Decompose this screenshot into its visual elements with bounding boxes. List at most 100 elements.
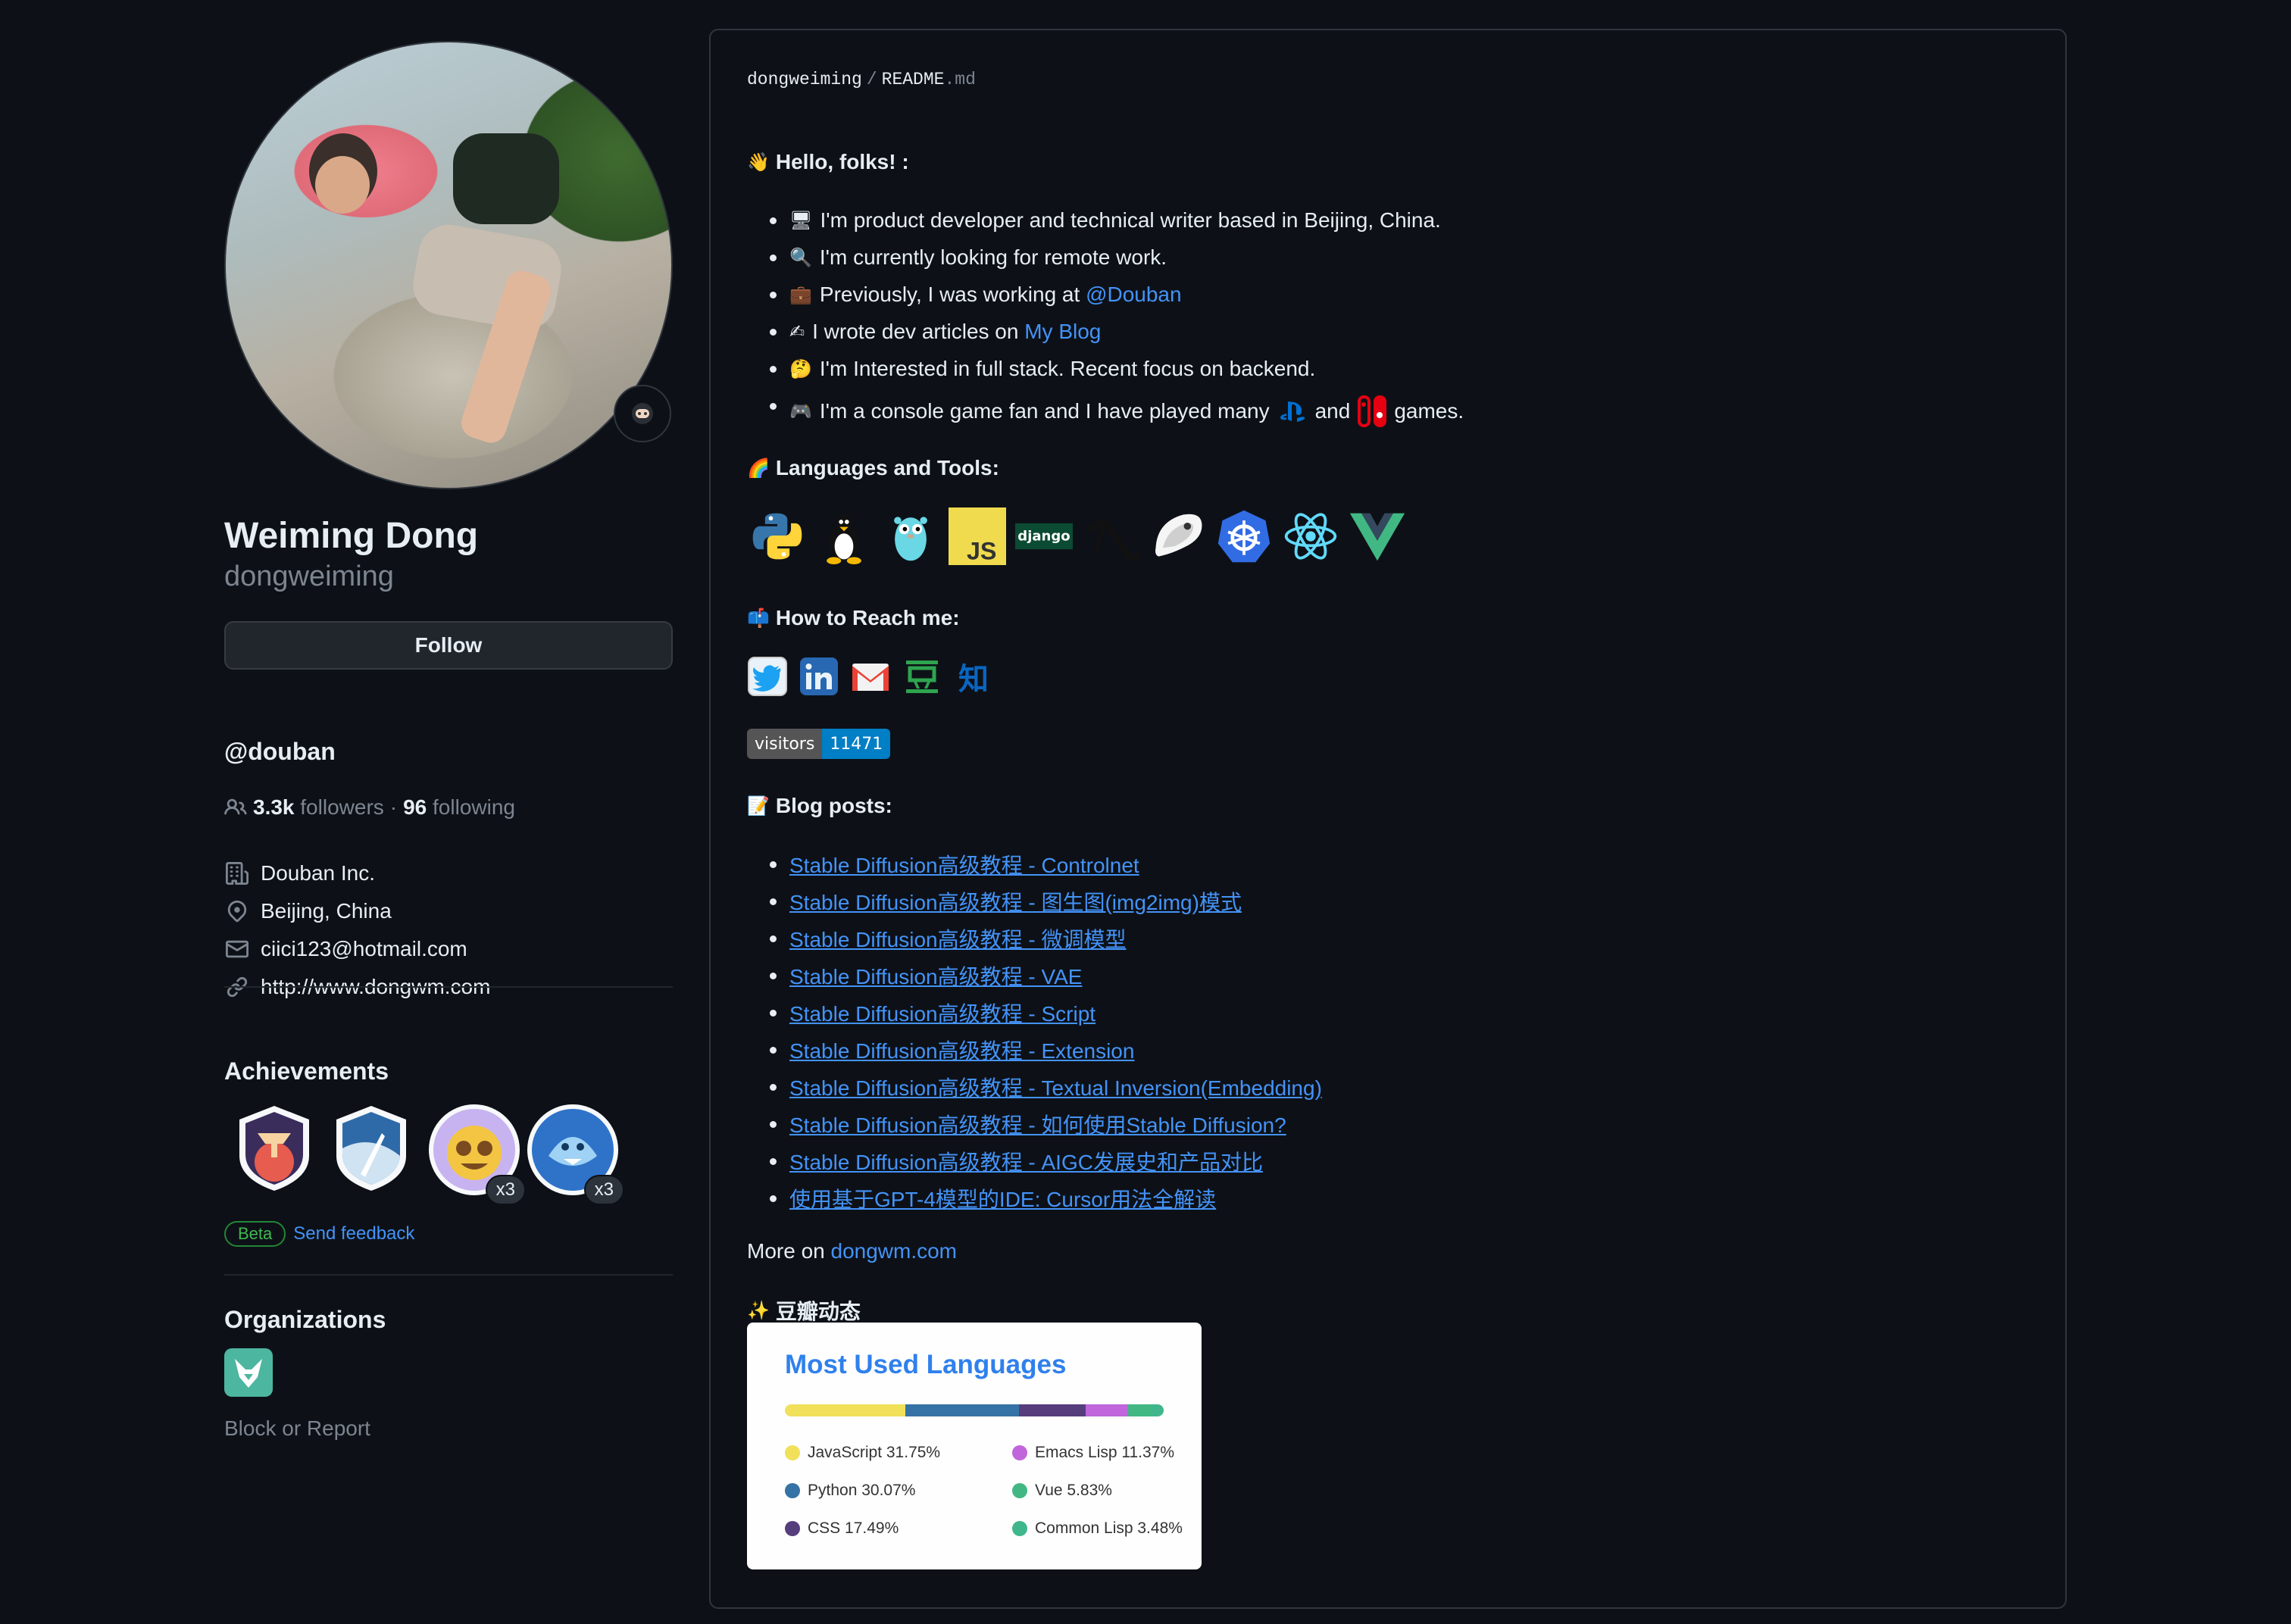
heading-text: How to Reach me: xyxy=(775,606,960,629)
blog-post-link[interactable]: Stable Diffusion高级教程 - Textual Inversion… xyxy=(789,1072,1322,1102)
legend-label: Vue 5.83% xyxy=(1035,1482,1112,1499)
item-text: I'm currently looking for remote work. xyxy=(819,245,1167,269)
detail-location: Beijing, China xyxy=(224,892,673,930)
block-or-report-link[interactable]: Block or Report xyxy=(224,1416,370,1441)
follow-button[interactable]: Follow xyxy=(224,621,673,670)
react-icon[interactable] xyxy=(1280,506,1341,567)
detail-email[interactable]: ciici123@hotmail.com xyxy=(224,930,673,968)
rainbow-emoji-icon: 🌈 xyxy=(747,458,770,479)
blog-heading: 📝 Blog posts: xyxy=(747,794,892,818)
twitter-icon[interactable] xyxy=(747,656,788,697)
readme-owner-link[interactable]: dongweiming xyxy=(747,70,862,89)
emacs-lisp-icon[interactable] xyxy=(1080,506,1141,567)
playstation-icon xyxy=(1280,401,1305,422)
achievement-yolo[interactable]: x3 xyxy=(427,1103,526,1205)
language-bar-segment xyxy=(1019,1404,1086,1416)
list-item: Stable Diffusion高级教程 - Extension xyxy=(770,1031,1322,1068)
more-prefix: More on xyxy=(747,1239,831,1263)
octocat-icon xyxy=(632,403,653,424)
following-link[interactable]: 96 following xyxy=(403,795,515,820)
python-icon[interactable] xyxy=(747,506,808,567)
list-item: ✍ I wrote dev articles on My Blog xyxy=(769,313,1464,350)
javascript-icon[interactable]: JS xyxy=(947,506,1008,567)
readme-box: dongweiming / README.md 👋 Hello, folks! : … xyxy=(709,29,2067,1609)
blog-post-link[interactable]: Stable Diffusion高级教程 - VAE xyxy=(789,960,1082,991)
svg-text:知: 知 xyxy=(958,662,989,697)
gnome-icon[interactable] xyxy=(1147,506,1208,567)
blog-post-link[interactable]: Stable Diffusion高级教程 - 如何使用Stable Diffus… xyxy=(789,1109,1286,1139)
tools-heading: 🌈 Languages and Tools: xyxy=(747,456,999,480)
dongwm-link[interactable]: dongwm.com xyxy=(831,1239,958,1263)
detail-organization: Douban Inc. xyxy=(224,854,673,892)
linux-icon[interactable] xyxy=(814,506,874,567)
douban-icon[interactable] xyxy=(902,656,942,697)
legend-label: JavaScript 31.75% xyxy=(808,1444,941,1461)
nintendo-switch-icon xyxy=(1358,395,1387,427)
avatar[interactable] xyxy=(224,41,673,489)
zhihu-icon[interactable]: 知 xyxy=(953,656,994,697)
kubernetes-icon[interactable] xyxy=(1214,506,1274,567)
blog-post-link[interactable]: 使用基于GPT-4模型的IDE: Cursor用法全解读 xyxy=(789,1183,1216,1213)
set-status-button[interactable] xyxy=(614,385,671,442)
achievement-starstruck[interactable] xyxy=(332,1103,411,1198)
blog-post-link[interactable]: Stable Diffusion高级教程 - AIGC发展史和产品对比 xyxy=(789,1146,1263,1176)
achievements-title: Achievements xyxy=(224,1057,389,1085)
linkedin-icon[interactable] xyxy=(799,656,839,697)
legend-label: CSS 17.49% xyxy=(808,1519,899,1537)
games-text: games. xyxy=(1394,399,1464,423)
item-text: I'm product developer and technical writ… xyxy=(820,208,1441,232)
separator-dot: · xyxy=(389,795,398,819)
go-icon[interactable] xyxy=(880,506,941,567)
achievement-arctic-code-vault[interactable] xyxy=(235,1103,314,1198)
readme-breadcrumb: dongweiming / README.md xyxy=(747,70,976,89)
blog-post-link[interactable]: Stable Diffusion高级教程 - Extension xyxy=(789,1035,1134,1065)
list-item: Stable Diffusion高级教程 - 图生图(img2img)模式 xyxy=(770,882,1322,920)
heading-text: Blog posts: xyxy=(775,794,892,817)
django-icon[interactable]: django xyxy=(1014,506,1074,567)
followers-count: 3.3k xyxy=(253,795,295,819)
language-bar-segment xyxy=(1085,1404,1129,1416)
blog-posts-list: Stable Diffusion高级教程 - Controlnet Stable… xyxy=(747,845,1322,1216)
detail-text: ciici123@hotmail.com xyxy=(261,937,467,960)
legend-item: JavaScript 31.75% xyxy=(785,1444,940,1462)
blog-post-link[interactable]: Stable Diffusion高级教程 - Script xyxy=(789,998,1095,1028)
list-item: 💼 Previously, I was working at @Douban xyxy=(769,276,1464,313)
vue-icon[interactable] xyxy=(1347,506,1408,567)
profile-bio[interactable]: @douban xyxy=(224,738,336,766)
my-blog-link[interactable]: My Blog xyxy=(1024,320,1101,344)
blog-post-link[interactable]: Stable Diffusion高级教程 - 微调模型 xyxy=(789,923,1127,954)
starstruck-badge-icon xyxy=(336,1106,406,1191)
following-count: 96 xyxy=(403,795,427,819)
item-text: Previously, I was working at xyxy=(819,282,1086,306)
card-title: Most Used Languages xyxy=(785,1350,1067,1379)
achievement-pull-shark[interactable]: x3 xyxy=(526,1103,624,1205)
gmail-icon[interactable] xyxy=(850,656,891,697)
legend-dot xyxy=(1012,1521,1027,1536)
readme-file-link[interactable]: README xyxy=(882,70,945,89)
location-icon xyxy=(224,898,250,924)
badge-count: x3 xyxy=(485,1175,526,1205)
item-text: I wrote dev articles on xyxy=(812,319,1025,343)
magnifier-emoji-icon: 🔍 xyxy=(789,246,812,268)
legend-item: Emacs Lisp 11.37% xyxy=(1012,1444,1174,1462)
svg-text:JS: JS xyxy=(967,537,997,564)
reach-heading: 📫 How to Reach me: xyxy=(747,606,960,630)
beta-feedback: Beta Send feedback xyxy=(224,1221,414,1247)
followers-link[interactable]: 3.3k followers xyxy=(253,795,384,820)
sparkles-emoji-icon: ✨ xyxy=(747,1300,770,1321)
list-item: Stable Diffusion高级教程 - Textual Inversion… xyxy=(770,1068,1322,1105)
legend-item: CSS 17.49% xyxy=(785,1519,899,1538)
item-text: I'm Interested in full stack. Recent foc… xyxy=(819,356,1316,380)
svg-text:django: django xyxy=(1017,529,1070,545)
visitors-badge: visitors 11471 xyxy=(747,729,891,759)
blog-post-link[interactable]: Stable Diffusion高级教程 - 图生图(img2img)模式 xyxy=(789,886,1242,917)
org-avatar-douban[interactable] xyxy=(224,1348,273,1397)
visitors-label: visitors xyxy=(747,729,823,759)
douban-heading: ✨ 豆瓣动态 xyxy=(747,1295,861,1326)
send-feedback-link[interactable]: Send feedback xyxy=(293,1223,414,1245)
list-item: Stable Diffusion高级教程 - 如何使用Stable Diffus… xyxy=(770,1105,1322,1142)
list-item: Stable Diffusion高级教程 - Script xyxy=(770,994,1322,1031)
most-used-languages-card[interactable]: Most Used Languages JavaScript 31.75% Pyt… xyxy=(747,1323,1202,1569)
douban-link[interactable]: @Douban xyxy=(1086,283,1182,307)
blog-post-link[interactable]: Stable Diffusion高级教程 - Controlnet xyxy=(789,849,1139,879)
